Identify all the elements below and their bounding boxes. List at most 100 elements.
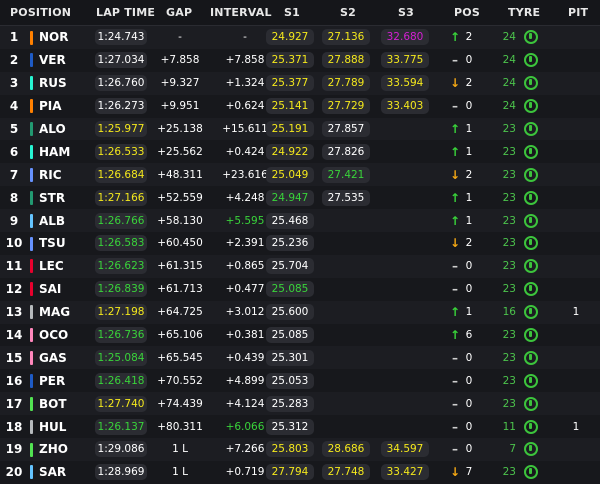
pit-count: 1 bbox=[572, 420, 580, 433]
lap-time-cell: 1:26.623 bbox=[95, 255, 147, 278]
table-row[interactable]: 10 TSU 1:26.583 +60.450 +2.391 25.236 ↓ … bbox=[0, 232, 600, 255]
header-tyre[interactable]: TYRE bbox=[508, 6, 540, 19]
gap: +80.311 bbox=[157, 420, 203, 433]
sector2-cell: 27.136 bbox=[322, 26, 370, 49]
table-row[interactable]: 5 ALO 1:25.977 +25.138 +15.611 25.191 27… bbox=[0, 117, 600, 141]
position-number: 10 bbox=[5, 236, 23, 251]
sector3-cell: 33.427 bbox=[381, 461, 429, 484]
pit-count bbox=[565, 49, 587, 72]
sector3-time: 33.427 bbox=[381, 464, 429, 481]
table-row[interactable]: 13 MAG 1:27.198 +64.725 +3.012 25.600 ↑ … bbox=[0, 300, 600, 324]
sector2-time: 27.888 bbox=[322, 52, 370, 69]
gap: +70.552 bbox=[157, 374, 203, 387]
pit-count bbox=[565, 209, 587, 232]
sector1-cell: 27.794 bbox=[266, 461, 314, 484]
table-row[interactable]: 18 HUL 1:26.137 +80.311 +6.066 25.312 – … bbox=[0, 415, 600, 439]
team-color-bar bbox=[30, 396, 33, 411]
lap-time-cell: 1:25.084 bbox=[95, 346, 147, 369]
table-row[interactable]: 6 HAM 1:26.533 +25.562 +0.424 24.922 27.… bbox=[0, 140, 600, 164]
position-change: 1 bbox=[465, 145, 473, 158]
header-interval[interactable]: INTERVAL bbox=[210, 6, 272, 19]
team-color-bar bbox=[30, 350, 33, 365]
tyre-compound-icon bbox=[524, 236, 538, 251]
table-row[interactable]: 16 PER 1:26.418 +70.552 +4.899 25.053 – … bbox=[0, 369, 600, 393]
table-row[interactable]: 7 RIC 1:26.684 +48.311 +23.616 25.049 27… bbox=[0, 163, 600, 187]
team-color-bar bbox=[30, 213, 33, 228]
table-row[interactable]: 9 ALB 1:26.766 +58.130 +5.595 25.468 ↑ 1… bbox=[0, 209, 600, 233]
tyre-cell bbox=[521, 26, 541, 49]
header-s3[interactable]: S3 bbox=[398, 6, 414, 19]
sector2-cell: 27.857 bbox=[322, 118, 370, 141]
pit-count bbox=[565, 72, 587, 95]
table-row[interactable]: 15 GAS 1:25.084 +65.545 +0.439 25.301 – … bbox=[0, 346, 600, 370]
sector1-time: 25.191 bbox=[266, 121, 314, 137]
tyre-cell bbox=[521, 49, 541, 72]
gap: +9.327 bbox=[160, 77, 200, 90]
sector2-cell: 27.888 bbox=[322, 49, 370, 72]
tyre-age: 11 bbox=[502, 420, 516, 433]
sector2-time: 27.535 bbox=[322, 189, 370, 206]
position-number: 3 bbox=[9, 76, 19, 91]
position-change: 0 bbox=[465, 283, 473, 296]
dash-icon: – bbox=[452, 419, 458, 434]
sector3-time: 33.775 bbox=[381, 52, 429, 69]
header-lap-time[interactable]: LAP TIME bbox=[96, 6, 155, 19]
sector2-cell: 27.729 bbox=[322, 95, 370, 118]
lap-time: 1:26.623 bbox=[95, 258, 147, 275]
tyre-compound-icon bbox=[524, 373, 538, 388]
table-row[interactable]: 20 SAR 1:28.969 1 L +0.719 27.794 27.748… bbox=[0, 460, 600, 484]
position-number: 20 bbox=[5, 465, 23, 480]
table-row[interactable]: 19 ZHO 1:29.086 1 L +7.266 25.803 28.686… bbox=[0, 438, 600, 461]
sector1-time: 25.600 bbox=[266, 304, 314, 321]
sector3-cell: 33.403 bbox=[381, 95, 429, 118]
sector1-time: 27.794 bbox=[266, 464, 314, 481]
table-row[interactable]: 3 RUS 1:26.760 +9.327 +1.324 25.377 27.7… bbox=[0, 71, 600, 95]
table-row[interactable]: 14 OCO 1:26.736 +65.106 +0.381 25.085 ↑ … bbox=[0, 323, 600, 347]
sector1-time: 24.947 bbox=[266, 189, 314, 206]
header-s2[interactable]: S2 bbox=[340, 6, 356, 19]
table-row[interactable]: 1 NOR 1:24.743 - - 24.927 27.136 32.680 … bbox=[0, 26, 600, 49]
header-gap[interactable]: GAP bbox=[166, 6, 192, 19]
position-change: 0 bbox=[465, 374, 473, 387]
pit-count bbox=[565, 163, 587, 186]
tyre-compound-icon bbox=[524, 99, 538, 114]
driver-code: RUS bbox=[39, 76, 67, 91]
lap-time-cell: 1:26.583 bbox=[95, 232, 147, 255]
tyre-compound-icon bbox=[524, 305, 538, 320]
sector2-time: 28.686 bbox=[322, 441, 370, 458]
tyre-cell bbox=[521, 209, 541, 232]
table-row[interactable]: 4 PIA 1:26.273 +9.951 +0.624 25.141 27.7… bbox=[0, 94, 600, 118]
team-color-bar bbox=[30, 465, 33, 480]
header-position[interactable]: POSITION bbox=[10, 6, 71, 19]
driver-code: SAI bbox=[39, 282, 62, 297]
lap-time-cell: 1:26.736 bbox=[95, 324, 147, 347]
gap: +25.562 bbox=[157, 145, 203, 158]
dash-icon: – bbox=[452, 373, 458, 388]
tyre-age: 7 bbox=[509, 443, 516, 456]
header-pos[interactable]: POS bbox=[454, 6, 480, 19]
table-row[interactable]: 2 VER 1:27.034 +7.858 +7.858 25.371 27.8… bbox=[0, 48, 600, 72]
driver-code: OCO bbox=[39, 328, 69, 343]
table-row[interactable]: 12 SAI 1:26.839 +61.713 +0.477 25.085 – … bbox=[0, 277, 600, 301]
pit-count bbox=[565, 324, 587, 347]
position-number: 14 bbox=[5, 328, 23, 343]
lap-time-cell: 1:27.166 bbox=[95, 186, 147, 209]
position-change: 0 bbox=[465, 420, 473, 433]
header-s1[interactable]: S1 bbox=[284, 6, 300, 19]
lap-time-cell: 1:29.086 bbox=[95, 438, 147, 461]
table-row[interactable]: 17 BOT 1:27.740 +74.439 +4.124 25.283 – … bbox=[0, 392, 600, 416]
tyre-cell bbox=[521, 346, 541, 369]
header-pit[interactable]: PIT bbox=[568, 6, 588, 19]
pit-count bbox=[565, 232, 587, 255]
table-row[interactable]: 11 LEC 1:26.623 +61.315 +0.865 25.704 – … bbox=[0, 254, 600, 278]
gap: - bbox=[178, 31, 182, 44]
driver-code: HUL bbox=[39, 419, 67, 434]
sector1-time: 25.049 bbox=[266, 166, 314, 183]
sector1-cell: 25.704 bbox=[266, 255, 314, 278]
lap-time: 1:25.084 bbox=[95, 349, 147, 366]
driver-code: SAR bbox=[39, 465, 67, 480]
pit-count bbox=[565, 438, 587, 461]
table-row[interactable]: 8 STR 1:27.166 +52.559 +4.248 24.947 27.… bbox=[0, 186, 600, 210]
gap: +64.725 bbox=[157, 306, 203, 319]
sector2-cell: 27.789 bbox=[322, 72, 370, 95]
